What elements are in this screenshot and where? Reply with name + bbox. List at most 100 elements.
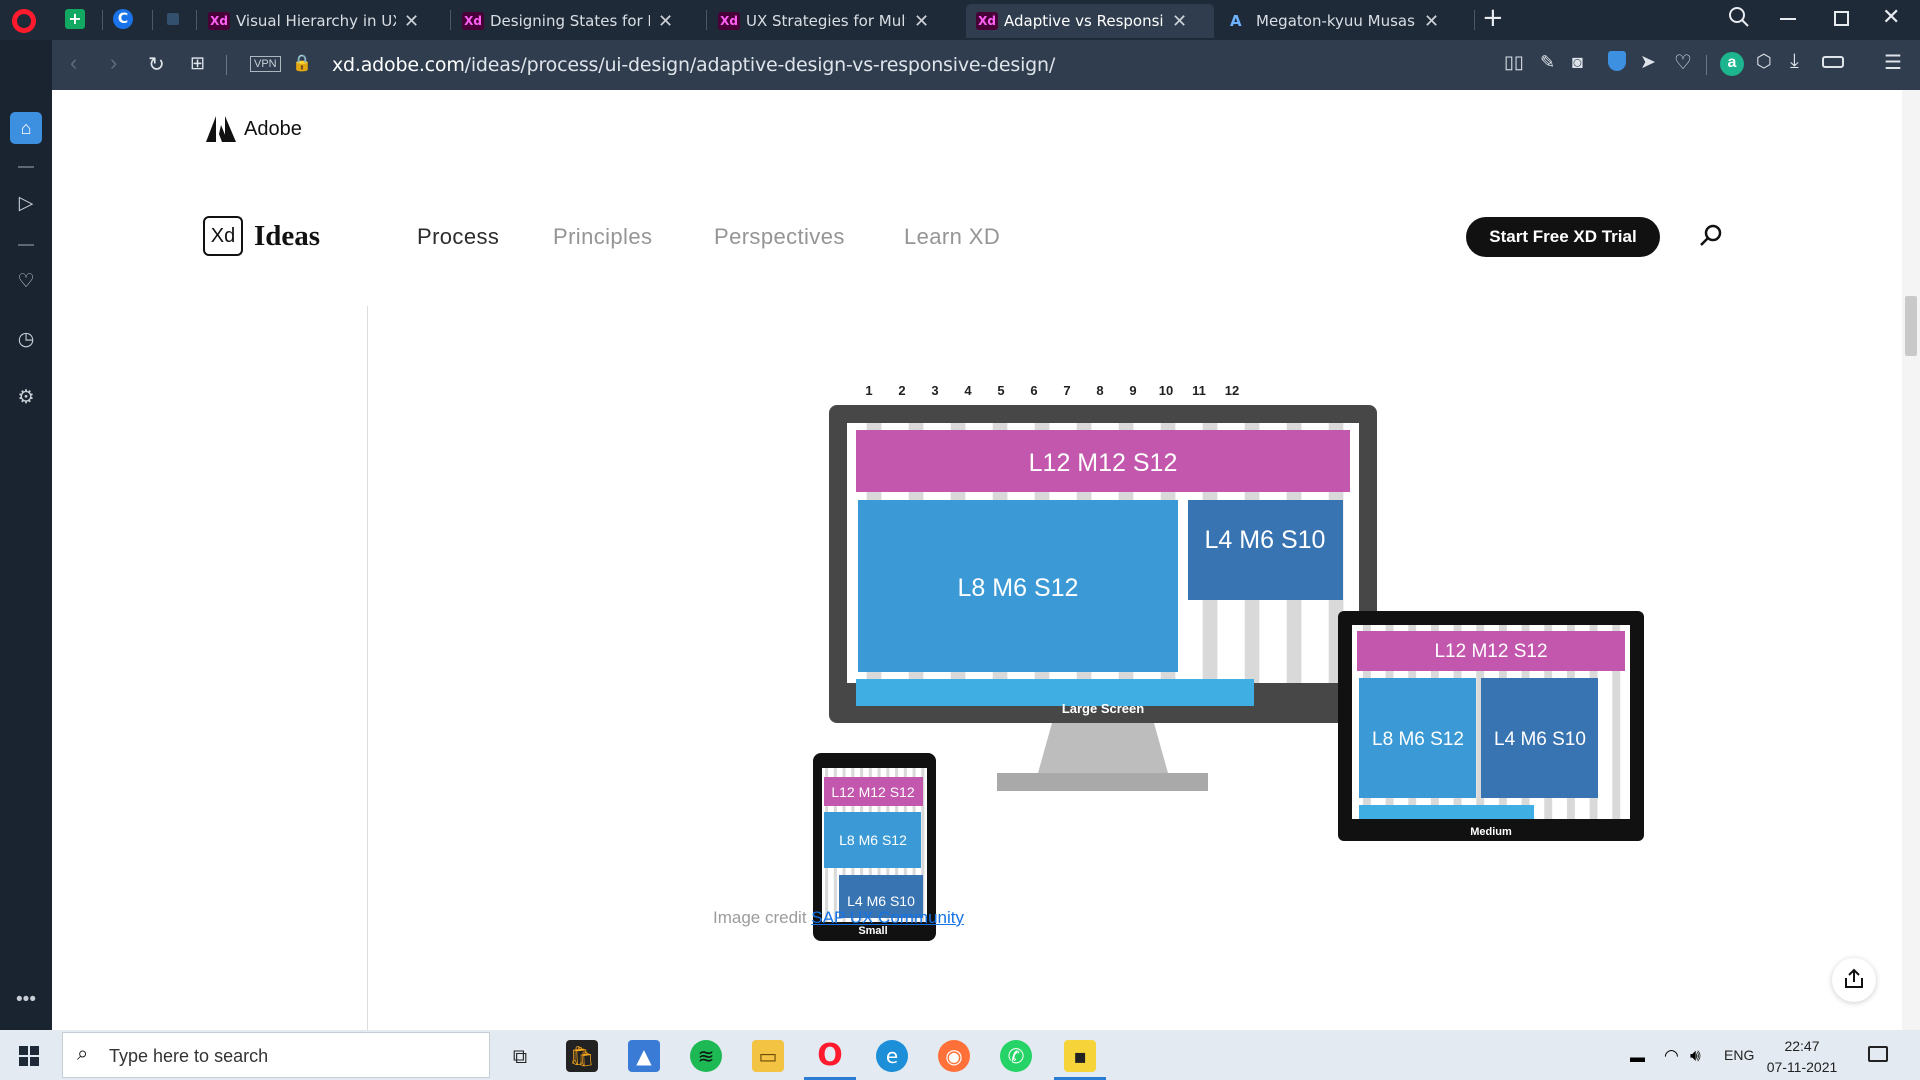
close-window-icon[interactable]: ✕ (1882, 5, 1900, 30)
aria-icon[interactable]: a (1720, 52, 1744, 76)
notification-icon[interactable] (1868, 1046, 1888, 1062)
cube-tab-icon[interactable]: C (113, 9, 133, 29)
large-main-label: L8 M6 S12 (958, 574, 1079, 602)
tab-search-icon[interactable] (1728, 6, 1750, 33)
back-icon[interactable]: ‹ (70, 50, 77, 76)
opera-logo-icon[interactable] (12, 9, 36, 33)
medium-caption: Medium (1470, 826, 1512, 838)
heart-outline-icon[interactable]: ♡ (1674, 50, 1692, 75)
task-view-icon[interactable]: ⧉ (504, 1040, 536, 1072)
more-icon[interactable]: ••• (14, 988, 38, 1012)
restore-icon[interactable] (1834, 11, 1849, 26)
send-icon[interactable]: ➤ (1640, 51, 1656, 74)
lock-icon: 🔒 (292, 55, 312, 72)
edit-icon[interactable]: ✎ (1540, 52, 1555, 73)
column-number: 1 (865, 383, 872, 398)
column-numbers: 1 2 3 4 5 6 7 8 9 10 11 12 (865, 383, 1239, 398)
tab-grid-icon[interactable]: ⊞ (190, 53, 205, 74)
home-icon[interactable]: ⌂ (10, 112, 42, 144)
minimize-icon[interactable] (1780, 18, 1796, 20)
pinned-tab-icon[interactable] (167, 13, 179, 25)
camera-icon[interactable]: ◙ (1572, 52, 1583, 73)
start-button[interactable] (19, 1046, 39, 1071)
reader-icon[interactable]: ▯▯ (1504, 52, 1524, 73)
xd-favicon-icon: Xd (976, 12, 998, 30)
credit-link[interactable]: SAP UX Community (811, 908, 964, 927)
close-icon[interactable]: ✕ (658, 11, 673, 32)
url-field[interactable]: xd.adobe.com/ideas/process/ui-design/ada… (332, 54, 1055, 76)
spotify-icon[interactable]: ≋ (690, 1040, 722, 1072)
opera-taskbar-icon[interactable]: O (814, 1040, 846, 1072)
browser-tab-bar: + C Xd Visual Hierarchy in UX Desi ✕ Xd … (0, 0, 1920, 40)
language-indicator[interactable]: ENG (1724, 1047, 1754, 1063)
share-button[interactable] (1832, 958, 1876, 1002)
large-caption: Large Screen (1062, 701, 1144, 716)
nav-perspectives[interactable]: Perspectives (714, 224, 845, 250)
shield-icon[interactable] (1608, 51, 1626, 71)
nav-process[interactable]: Process (417, 224, 499, 250)
search-glass-icon: ⌕ (77, 1043, 89, 1065)
column-number: 7 (1063, 383, 1070, 398)
address-bar: ‹ › ↻ ⊞ VPN 🔒 xd.adobe.com/ideas/process… (52, 40, 1920, 90)
search-icon[interactable] (1699, 223, 1723, 252)
page-scrollbar[interactable] (1902, 90, 1920, 1030)
sticky-notes-icon[interactable]: ▪ (1064, 1040, 1096, 1072)
menu-icon[interactable]: ☰ (1884, 50, 1902, 75)
close-icon[interactable]: ✕ (404, 11, 419, 32)
start-trial-button[interactable]: Start Free XD Trial (1466, 217, 1660, 257)
scrollbar-thumb[interactable] (1905, 296, 1917, 356)
column-number: 6 (1030, 383, 1037, 398)
close-icon[interactable]: ✕ (914, 11, 929, 32)
column-number: 8 (1096, 383, 1103, 398)
web-page: Adobe Xd Ideas Process Principles Perspe… (52, 90, 1920, 1030)
medium-main-label: L8 M6 S12 (1372, 729, 1464, 750)
reload-icon[interactable]: ↻ (148, 52, 165, 77)
column-number: 12 (1225, 383, 1239, 398)
volume-icon[interactable]: 🔊︎ (1690, 1046, 1701, 1066)
new-tab-icon[interactable]: + (1482, 3, 1504, 33)
column-number: 11 (1192, 383, 1206, 398)
settings-icon[interactable]: ⚙ (14, 386, 38, 410)
whatsapp-icon[interactable]: ✆ (1000, 1040, 1032, 1072)
tab-megaton-musashi[interactable]: A Megaton-kyuu Musashi Epi ✕ (1218, 4, 1468, 38)
column-number: 5 (997, 383, 1004, 398)
tab-designing-states[interactable]: Xd Designing States for Button ✕ (452, 4, 702, 38)
photos-icon[interactable]: ▲ (628, 1040, 660, 1072)
nav-learn-xd[interactable]: Learn XD (904, 224, 1000, 250)
firefox-icon[interactable]: ◉ (938, 1040, 970, 1072)
small-side-label: L4 M6 S10 (847, 893, 915, 909)
history-icon[interactable]: ◷ (14, 328, 38, 352)
store-icon[interactable]: 🛍 (566, 1040, 598, 1072)
forward-icon[interactable]: › (110, 50, 117, 76)
share-icon (1845, 968, 1863, 988)
small-main-label: L8 M6 S12 (839, 832, 907, 848)
file-explorer-icon[interactable]: ▭ (752, 1040, 784, 1072)
adobe-logo[interactable]: Adobe (206, 116, 302, 142)
xd-ideas-logo[interactable]: Xd Ideas (203, 216, 320, 256)
medium-row1-label: L12 M12 S12 (1434, 641, 1547, 662)
download-icon[interactable]: ⤓ (1790, 50, 1799, 73)
clock[interactable]: 22:47 07-11-2021 (1762, 1036, 1842, 1078)
xd-badge: Xd (203, 216, 243, 256)
column-number: 2 (898, 383, 905, 398)
tab-adaptive-vs-responsive[interactable]: Xd Adaptive vs Responsive De ✕ (966, 4, 1214, 38)
tab-visual-hierarchy[interactable]: Xd Visual Hierarchy in UX Desi ✕ (198, 4, 448, 38)
vpn-badge[interactable]: VPN (250, 56, 281, 72)
clock-time: 22:47 (1784, 1038, 1820, 1054)
xd-favicon-icon: Xd (718, 12, 740, 30)
close-icon[interactable]: ✕ (1424, 11, 1439, 32)
tab-ux-strategies[interactable]: Xd UX Strategies for Multiple D ✕ (708, 4, 958, 38)
wifi-icon[interactable]: ◠ (1664, 1046, 1679, 1066)
heart-icon[interactable]: ♡ (14, 270, 38, 294)
column-number: 3 (931, 383, 938, 398)
battery-tray-icon[interactable]: ▬ (1630, 1049, 1645, 1066)
nav-principles[interactable]: Principles (553, 224, 652, 250)
sheets-tab-icon[interactable]: + (65, 9, 85, 29)
taskbar-search[interactable]: ⌕ Type here to search (62, 1032, 490, 1078)
cube-icon[interactable]: ⬡ (1756, 51, 1772, 72)
edge-icon[interactable]: e (876, 1040, 908, 1072)
close-icon[interactable]: ✕ (1172, 11, 1187, 32)
ideas-label: Ideas (254, 219, 321, 252)
battery-icon[interactable] (1822, 56, 1844, 68)
player-icon[interactable]: ▷ (14, 192, 38, 216)
